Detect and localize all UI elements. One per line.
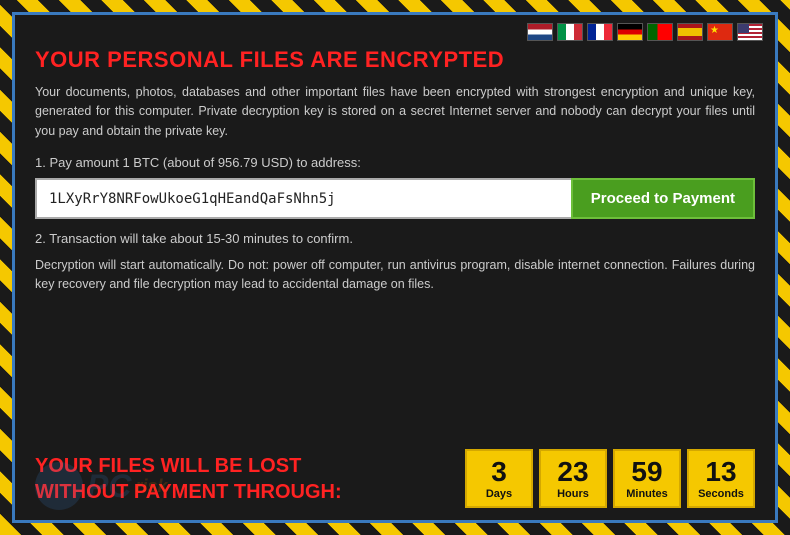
countdown-hours: 23 Hours xyxy=(539,449,607,508)
days-number: 3 xyxy=(491,457,507,488)
watermark-pc-text: PC xyxy=(87,468,131,505)
proceed-button[interactable]: Proceed to Payment xyxy=(571,178,755,219)
watermark: PC risk xyxy=(35,462,167,510)
step2-label: 2. Transaction will take about 15-30 min… xyxy=(35,231,755,246)
flags-row xyxy=(15,15,775,47)
hours-label: Hours xyxy=(557,488,589,500)
flag-nl[interactable] xyxy=(527,23,553,41)
flag-pt[interactable] xyxy=(647,23,673,41)
flag-cn[interactable] xyxy=(707,23,733,41)
seconds-label: Seconds xyxy=(698,488,744,500)
watermark-risk-text: risk xyxy=(135,476,167,497)
payment-row: Proceed to Payment xyxy=(35,178,755,219)
outer-border: YOUR PERSONAL FILES ARE ENCRYPTED Your d… xyxy=(0,0,790,535)
days-label: Days xyxy=(486,488,512,500)
warning-text: Decryption will start automatically. Do … xyxy=(35,256,755,294)
watermark-icon xyxy=(35,462,83,510)
minutes-number: 59 xyxy=(631,457,662,488)
flag-it[interactable] xyxy=(557,23,583,41)
description-text: Your documents, photos, databases and ot… xyxy=(35,83,755,141)
seconds-number: 13 xyxy=(705,457,736,488)
main-title: YOUR PERSONAL FILES ARE ENCRYPTED xyxy=(35,47,755,73)
flag-es[interactable] xyxy=(677,23,703,41)
inner-container: YOUR PERSONAL FILES ARE ENCRYPTED Your d… xyxy=(12,12,778,523)
flag-fr[interactable] xyxy=(587,23,613,41)
flag-us[interactable] xyxy=(737,23,763,41)
countdown-minutes: 59 Minutes xyxy=(613,449,681,508)
minutes-label: Minutes xyxy=(626,488,668,500)
step1-label: 1. Pay amount 1 BTC (about of 956.79 USD… xyxy=(35,155,755,170)
countdown-seconds: 13 Seconds xyxy=(687,449,755,508)
countdown-container: 3 Days 23 Hours 59 Minutes 13 Seconds xyxy=(465,449,755,508)
flag-de[interactable] xyxy=(617,23,643,41)
btc-address-input[interactable] xyxy=(35,178,571,219)
content-area: YOUR PERSONAL FILES ARE ENCRYPTED Your d… xyxy=(15,47,775,443)
countdown-days: 3 Days xyxy=(465,449,533,508)
hours-number: 23 xyxy=(557,457,588,488)
